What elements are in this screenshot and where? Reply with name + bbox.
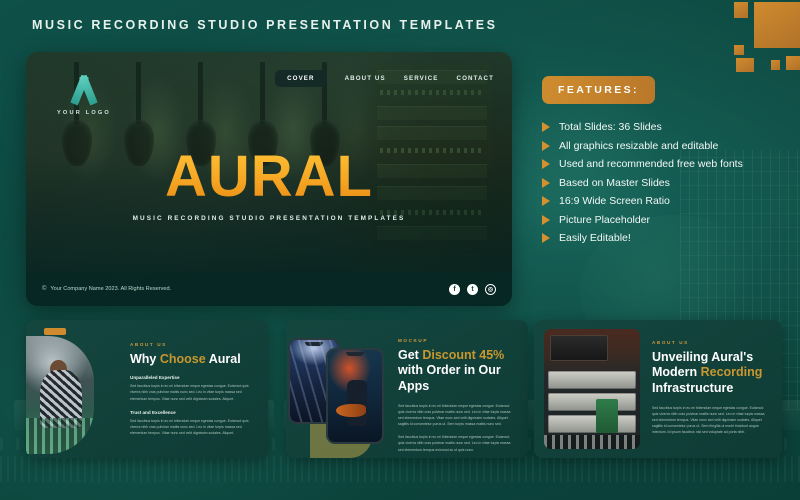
card2-title-gold: Discount 45% (422, 348, 505, 362)
card2-title-post: with Order in Our Apps (398, 363, 501, 393)
decorative-squares (710, 0, 800, 72)
decor-square-b (734, 45, 744, 55)
feature-item: Easily Editable! (542, 232, 792, 244)
copyright-icon: © (42, 286, 47, 292)
hero-title: AURAL (26, 148, 512, 206)
hero-nav-contact[interactable]: CONTACT (457, 75, 495, 82)
card1-photo (26, 336, 94, 454)
card2-text: MOCKUP Get Discount 45% with Order in Ou… (398, 338, 516, 453)
card3-text: ABOUT US Unveiling Aural's Modern Record… (652, 340, 770, 435)
feature-label: Based on Master Slides (559, 176, 670, 189)
decor-square-large (754, 2, 800, 48)
feature-item: Based on Master Slides (542, 177, 792, 189)
hero-nav-service[interactable]: SERVICE (404, 75, 439, 82)
slide-card-why-choose[interactable]: ABOUT US Why Choose Aural Unparalleled E… (26, 320, 268, 458)
decor-square-e (786, 56, 800, 70)
card3-body: Sed faucibus turpis in eu mi bibendum ne… (652, 405, 765, 435)
slide-card-discount[interactable]: MOCKUP Get Discount 45% with Order in Ou… (286, 320, 528, 458)
arrow-right-icon (542, 196, 550, 206)
hero-subtitle: MUSIC RECORDING STUDIO PRESENTATION TEMP… (132, 215, 406, 222)
card1-eyebrow: ABOUT US (130, 342, 167, 347)
decor-square-c (736, 58, 754, 72)
feature-label: Used and recommended free web fonts (559, 158, 743, 170)
feature-item: Picture Placeholder (542, 214, 792, 226)
arrow-right-icon (542, 214, 550, 225)
card2-eyebrow: MOCKUP (398, 338, 429, 343)
hero-logo[interactable]: YOUR LOGO (54, 74, 114, 116)
features-heading: FEATURES: (542, 76, 655, 104)
hero-navigation[interactable]: COVER ABOUT US SERVICE CONTACT (275, 70, 494, 87)
card1-title-pre: Why (130, 352, 160, 366)
arrow-right-icon (542, 122, 550, 132)
card1-text: ABOUT US Why Choose Aural Unparalleled E… (130, 342, 256, 436)
arrow-right-icon (542, 177, 550, 188)
card2-body-2: Sed faucibus turpis in eu mi bibendum ne… (398, 435, 511, 452)
card1-body-1: Sed faucibus turpis in eu mi bibendum ne… (130, 384, 249, 401)
card3-title: Unveiling Aural's Modern Recording Infra… (652, 350, 770, 396)
card3-title-post: Infrastructure (652, 380, 734, 395)
card2-phone-front (326, 348, 384, 444)
feature-item: Total Slides: 36 Slides (542, 121, 792, 133)
card1-accent-tab (44, 328, 66, 335)
decor-square-d (771, 60, 780, 70)
hero-copyright: © Your Company Name 2023. All Rights Res… (42, 286, 171, 292)
card3-title-gold: Recording (700, 365, 763, 380)
card2-title-pre: Get (398, 348, 423, 362)
feature-item: 16:9 Wide Screen Ratio (542, 195, 792, 207)
hero-copyright-text: Your Company Name 2023. All Rights Reser… (50, 286, 172, 292)
console-strip-row (0, 456, 800, 482)
feature-item: Used and recommended free web fonts (542, 158, 792, 170)
arrow-right-icon (542, 140, 550, 151)
feature-label: Picture Placeholder (559, 213, 651, 226)
card1-title-gold: Choose (159, 352, 206, 366)
arrow-right-icon (542, 233, 550, 243)
feature-item: All graphics resizable and editable (542, 140, 792, 152)
feature-label: 16:9 Wide Screen Ratio (559, 195, 670, 207)
hero-headline-group: AURAL MUSIC RECORDING STUDIO PRESENTATIO… (26, 148, 512, 223)
features-list: Total Slides: 36 Slides All graphics res… (542, 121, 792, 244)
hero-footer: © Your Company Name 2023. All Rights Res… (26, 272, 512, 306)
hero-slide-preview[interactable]: YOUR LOGO COVER ABOUT US SERVICE CONTACT… (26, 52, 512, 306)
instagram-icon[interactable]: ◎ (485, 283, 496, 295)
card3-eyebrow: ABOUT US (652, 340, 689, 345)
aural-logo-icon (67, 74, 101, 106)
hero-logo-label: YOUR LOGO (57, 110, 111, 116)
hero-nav-cover[interactable]: COVER (275, 70, 327, 87)
arrow-right-icon (542, 159, 550, 169)
feature-label: Total Slides: 36 Slides (559, 121, 662, 133)
feature-label: Easily Editable! (559, 232, 631, 244)
card2-title: Get Discount 45% with Order in Our Apps (398, 348, 516, 394)
card1-subheading-1: Unparalleled Expertise (130, 375, 180, 381)
hero-social-links[interactable]: f t ◎ (449, 283, 496, 295)
features-panel: FEATURES: Total Slides: 36 Slides All gr… (542, 76, 792, 251)
card1-body-2: Sed faucibus turpis in eu mi bibendum ne… (130, 418, 249, 435)
card2-body-1: Sed faucibus turpis in eu mi bibendum ne… (398, 403, 511, 427)
hero-nav-about-us[interactable]: ABOUT US (345, 75, 386, 82)
facebook-icon[interactable]: f (449, 283, 460, 295)
decor-square-a (734, 2, 748, 18)
page-title: MUSIC RECORDING STUDIO PRESENTATION TEMP… (32, 18, 498, 32)
slide-card-infrastructure[interactable]: ABOUT US Unveiling Aural's Modern Record… (534, 320, 782, 458)
card3-photo (544, 329, 640, 449)
twitter-icon[interactable]: t (467, 283, 478, 295)
card1-title-post: Aural (205, 352, 241, 366)
card1-title: Why Choose Aural (130, 352, 256, 367)
feature-label: All graphics resizable and editable (559, 139, 719, 152)
card1-subheading-2: Trust and Excellence (130, 409, 176, 415)
